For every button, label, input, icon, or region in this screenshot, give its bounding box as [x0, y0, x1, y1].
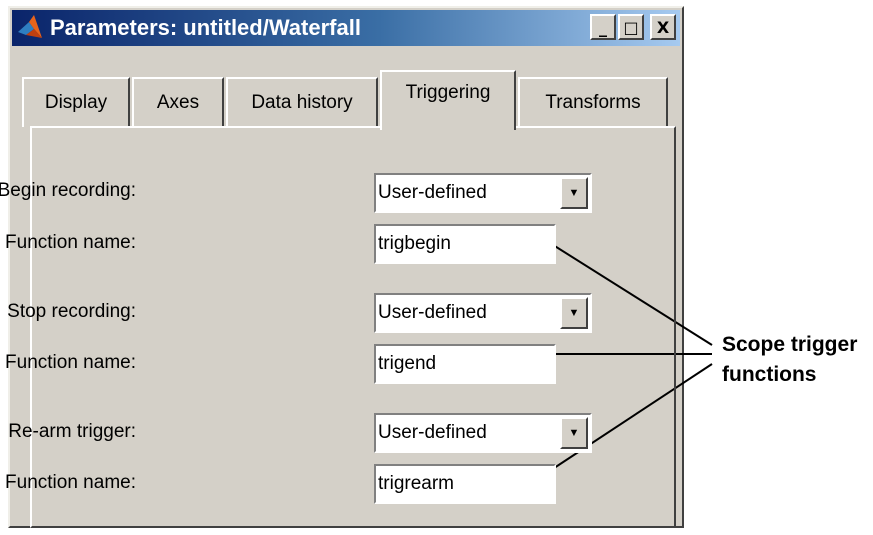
- begin-recording-select[interactable]: User-defined ▼: [374, 173, 592, 213]
- rearm-function-label: Function name:: [5, 472, 136, 493]
- rearm-trigger-label: Re-arm trigger:: [8, 421, 136, 442]
- begin-recording-value: User-defined: [378, 182, 487, 203]
- rearm-function-input[interactable]: trigrearm: [374, 464, 556, 504]
- rearm-trigger-value: User-defined: [378, 422, 487, 443]
- rearm-function-value: trigrearm: [378, 473, 455, 494]
- begin-function-label: Function name:: [5, 232, 136, 253]
- stop-function-label: Function name:: [5, 352, 136, 373]
- callout-line-1: Scope trigger: [722, 333, 858, 356]
- stop-recording-select[interactable]: User-defined ▼: [374, 293, 592, 333]
- callout-line-2: functions: [722, 363, 817, 386]
- begin-function-value: trigbegin: [378, 233, 451, 254]
- stop-function-input[interactable]: trigend: [374, 344, 556, 384]
- tab-triggering[interactable]: Triggering: [380, 70, 516, 130]
- chevron-down-icon[interactable]: ▼: [560, 417, 588, 449]
- stop-function-value: trigend: [378, 353, 437, 374]
- stop-recording-label: Stop recording:: [7, 301, 136, 322]
- begin-recording-label: Begin recording:: [0, 180, 136, 201]
- chevron-down-icon[interactable]: ▼: [560, 177, 588, 209]
- begin-function-input[interactable]: trigbegin: [374, 224, 556, 264]
- tab-triggering-label: Triggering: [405, 82, 491, 103]
- callout-annotation: Scope trigger functions: [722, 330, 857, 390]
- chevron-down-icon[interactable]: ▼: [560, 297, 588, 329]
- rearm-trigger-select[interactable]: User-defined ▼: [374, 413, 592, 453]
- stop-recording-value: User-defined: [378, 302, 487, 323]
- triggering-panel: Begin recording: User-defined ▼ Function…: [0, 126, 676, 528]
